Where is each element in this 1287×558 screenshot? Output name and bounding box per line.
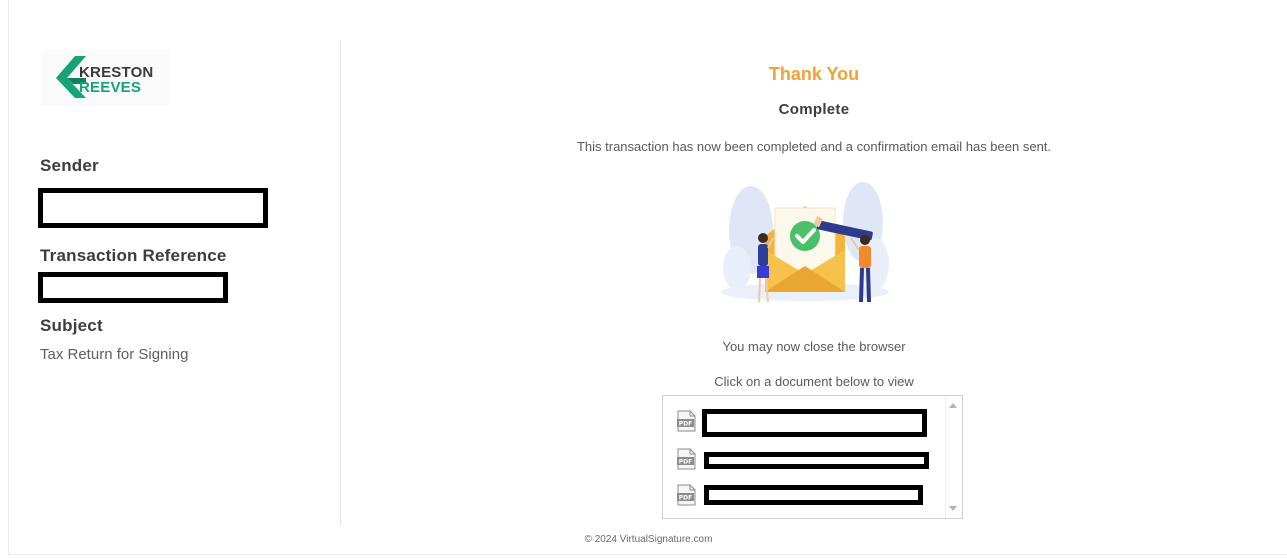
document-list-scrollbar[interactable] bbox=[945, 396, 962, 518]
sender-value-redacted bbox=[38, 188, 268, 228]
sidebar: KRESTON REEVES Sender Transaction Refere… bbox=[0, 0, 340, 558]
document-name-redacted[interactable] bbox=[704, 452, 929, 469]
pdf-type-label: PDF bbox=[679, 421, 692, 428]
status-complete: Complete bbox=[778, 101, 850, 118]
pdf-icon: PDF bbox=[677, 410, 696, 432]
click-document-instruction: Click on a document below to view bbox=[714, 374, 914, 389]
pdf-type-label: PDF bbox=[679, 495, 692, 502]
pdf-type-label: PDF bbox=[679, 459, 692, 466]
subject-value: Tax Return for Signing bbox=[40, 346, 189, 363]
sender-label: Sender bbox=[40, 156, 99, 175]
close-browser-message: You may now close the browser bbox=[722, 339, 906, 354]
logo-text: KRESTON REEVES bbox=[79, 65, 153, 95]
scroll-up-arrow-icon[interactable] bbox=[949, 403, 957, 408]
confirmation-message: This transaction has now been completed … bbox=[576, 139, 1052, 154]
pdf-icon: PDF bbox=[677, 484, 696, 506]
document-item[interactable]: PDF bbox=[677, 448, 947, 472]
subject-label: Subject bbox=[40, 316, 103, 335]
pdf-icon: PDF bbox=[677, 448, 696, 470]
transaction-reference-redacted bbox=[38, 272, 228, 303]
completion-illustration bbox=[721, 182, 889, 303]
transaction-reference-label: Transaction Reference bbox=[40, 246, 227, 265]
scroll-down-arrow-icon[interactable] bbox=[949, 506, 957, 511]
thank-you-heading: Thank You bbox=[768, 64, 860, 84]
document-name-redacted[interactable] bbox=[702, 409, 927, 437]
document-item[interactable]: PDF bbox=[677, 409, 947, 437]
company-logo: KRESTON REEVES bbox=[41, 50, 169, 106]
logo-line-2: REEVES bbox=[79, 79, 142, 96]
footer-copyright: © 2024 VirtualSignature.com bbox=[584, 534, 713, 545]
document-list[interactable]: PDF PDF PDF bbox=[662, 395, 963, 519]
logo-line-1: KRESTON bbox=[79, 64, 154, 81]
main-content: Thank You Complete This transaction has … bbox=[341, 0, 1287, 558]
document-name-redacted[interactable] bbox=[704, 485, 923, 505]
document-item[interactable]: PDF bbox=[677, 484, 947, 508]
